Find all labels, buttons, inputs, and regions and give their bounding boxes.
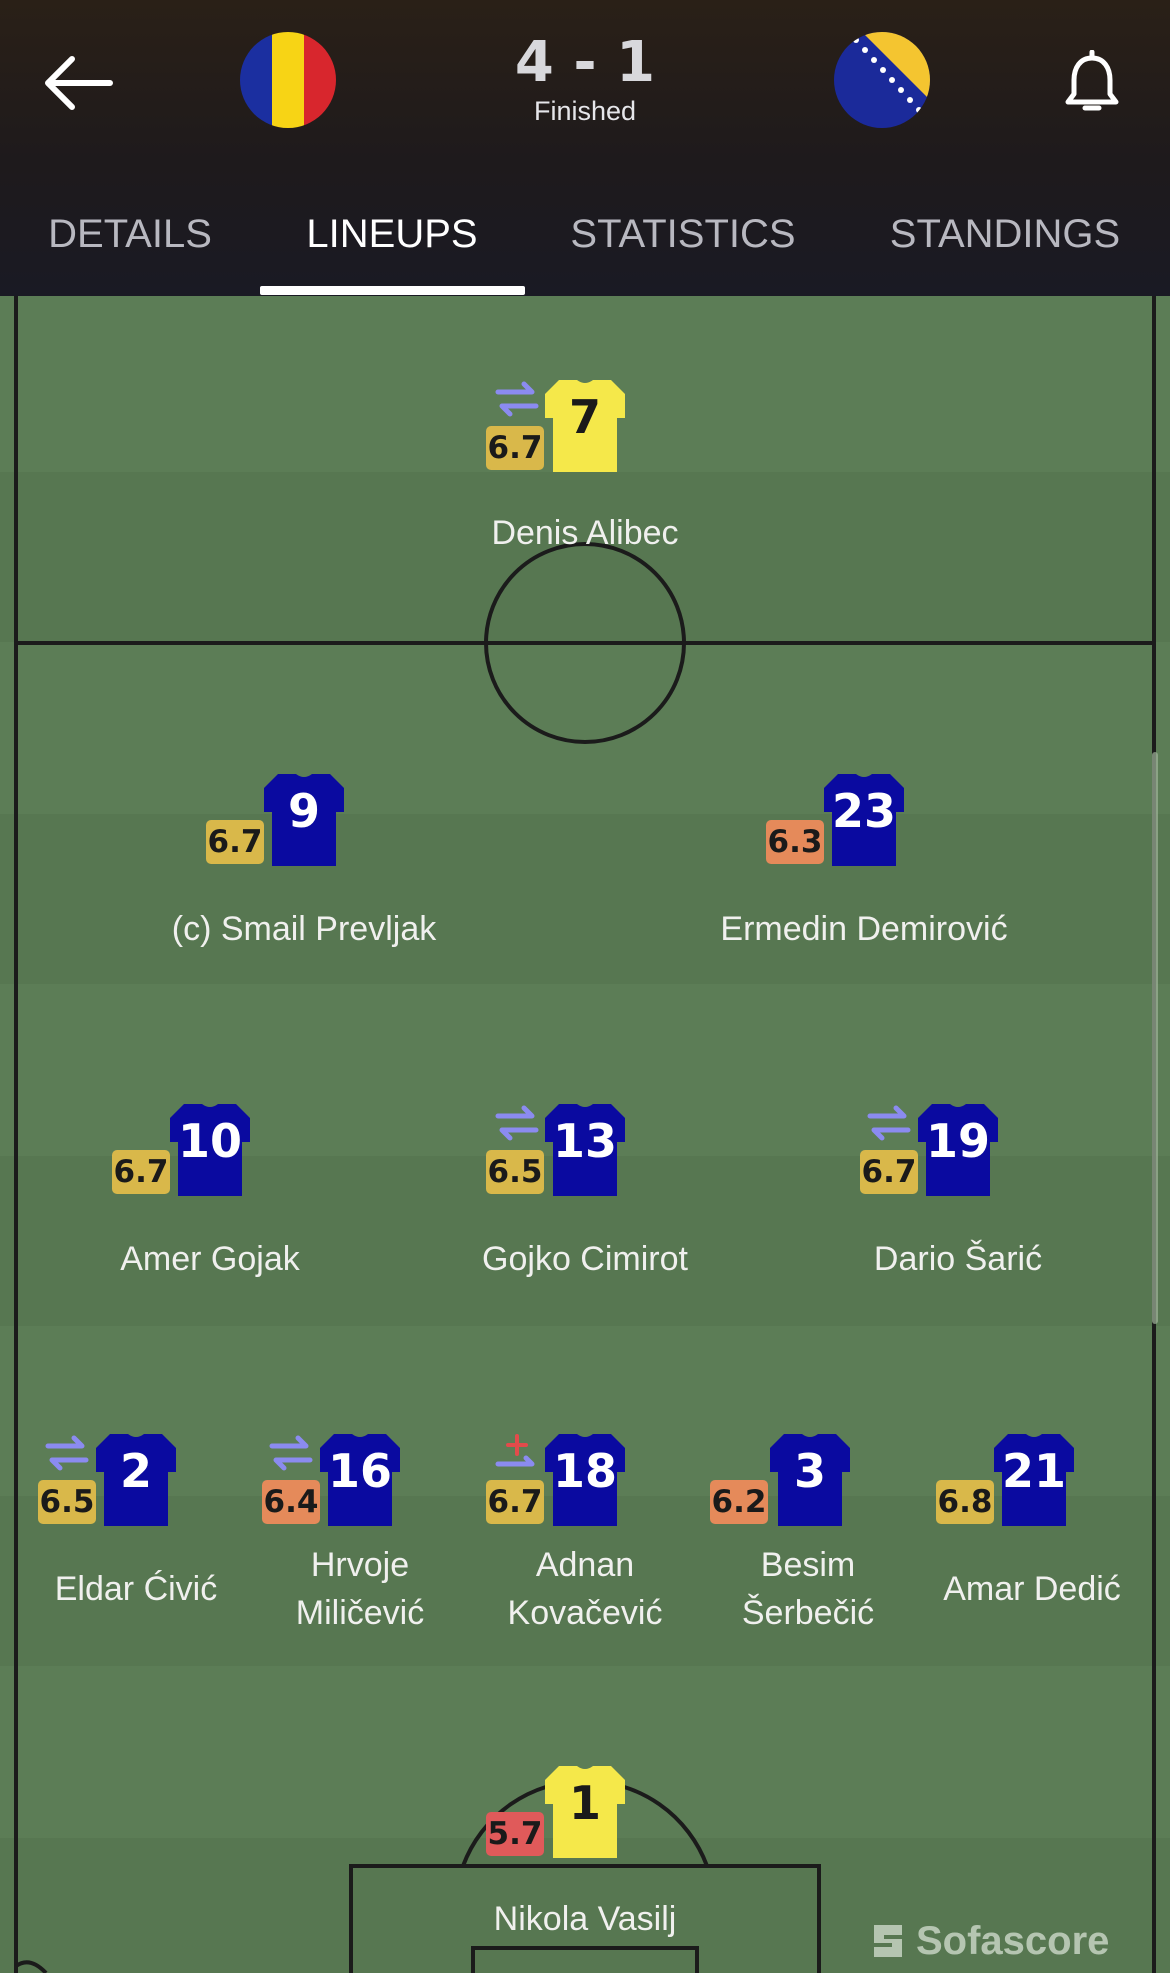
player-shirt: 10: [168, 1102, 252, 1198]
player-name: Amer Gojak: [120, 1240, 300, 1278]
tab-details[interactable]: DETAILS: [40, 204, 220, 264]
shirt-number: 2: [119, 1444, 152, 1498]
player-rating: 6.7: [206, 820, 264, 864]
tab-statistics[interactable]: STATISTICS: [568, 204, 798, 264]
player-name: (c) Smail Prevljak: [171, 910, 437, 948]
player-shirt: 19: [916, 1102, 1000, 1198]
substitution-icon: [494, 1102, 540, 1144]
sofascore-watermark: Sofascore: [870, 1915, 1130, 1967]
player-shirt: 23: [822, 772, 906, 868]
player-shirt: 21: [992, 1432, 1076, 1528]
player-name: Denis Alibec: [491, 514, 679, 552]
player-shirt: 13: [543, 1102, 627, 1198]
player-shirt: 9: [262, 772, 346, 868]
shirt-number: 9: [287, 784, 320, 838]
player-name: Ermedin Demirović: [720, 910, 1008, 948]
player-rating: 6.5: [38, 1480, 96, 1524]
player-rating: 5.7: [486, 1812, 544, 1856]
tab-bar: DETAILS LINEUPS STATISTICS STANDINGS: [0, 190, 1170, 296]
shirt-number: 23: [831, 784, 896, 838]
shirt-number: 1: [568, 1776, 601, 1830]
watermark-text: Sofascore: [916, 1919, 1110, 1963]
player-rating: 6.3: [766, 820, 824, 864]
player-rating: 6.4: [262, 1480, 320, 1524]
player-shirt: 1: [543, 1764, 627, 1860]
player-name: Nikola Vasilj: [493, 1900, 677, 1938]
player-shirt: 16: [318, 1432, 402, 1528]
injury-icon: [494, 1432, 540, 1474]
player-rating: 6.7: [112, 1150, 170, 1194]
back-button[interactable]: [40, 48, 120, 118]
shirt-number: 16: [327, 1444, 392, 1498]
player-rating: 6.7: [860, 1150, 918, 1194]
match-header: 4 - 1 Finished DETAILS LINEUPS STATISTIC…: [0, 0, 1170, 296]
scrollbar[interactable]: [1152, 752, 1158, 1324]
substitution-icon: [494, 378, 540, 420]
away-team-flag[interactable]: [834, 32, 930, 128]
substitution-icon: [866, 1102, 912, 1144]
shirt-number: 10: [177, 1114, 242, 1168]
player-shirt: 7: [543, 378, 627, 474]
shirt-number: 3: [793, 1444, 826, 1498]
tab-standings[interactable]: STANDINGS: [885, 204, 1125, 264]
player-name: Amar Dedić: [943, 1570, 1121, 1608]
tab-lineups[interactable]: LINEUPS: [292, 204, 492, 264]
notification-button[interactable]: [1060, 49, 1124, 120]
player-name: Gojko Cimirot: [482, 1240, 688, 1278]
shirt-number: 18: [552, 1444, 617, 1498]
player-shirt: 18: [543, 1432, 627, 1528]
match-score: 4 - 1: [514, 30, 656, 95]
player-rating: 6.2: [710, 1480, 768, 1524]
player-shirt: 3: [768, 1432, 852, 1528]
player-rating: 6.7: [486, 426, 544, 470]
player-rating: 6.7: [486, 1480, 544, 1524]
shirt-number: 7: [568, 390, 601, 444]
home-team-flag[interactable]: [240, 32, 336, 128]
player-rating: 6.5: [486, 1150, 544, 1194]
bosnia-flag-icon: [834, 32, 930, 128]
shirt-number: 21: [1001, 1444, 1066, 1498]
sofascore-logo-icon: [874, 1925, 902, 1957]
romania-flag-icon: [240, 32, 336, 128]
active-tab-indicator: [260, 286, 525, 295]
arrow-left-icon: [45, 56, 113, 110]
bell-icon: [1065, 49, 1119, 111]
substitution-icon: [44, 1432, 90, 1474]
player-rating: 6.8: [936, 1480, 994, 1524]
substitution-icon: [268, 1432, 314, 1474]
player-name: Dario Šarić: [873, 1240, 1043, 1278]
player-shirt: 2: [94, 1432, 178, 1528]
shirt-number: 19: [925, 1114, 990, 1168]
match-status: Finished: [533, 96, 637, 126]
shirt-number: 13: [552, 1114, 617, 1168]
